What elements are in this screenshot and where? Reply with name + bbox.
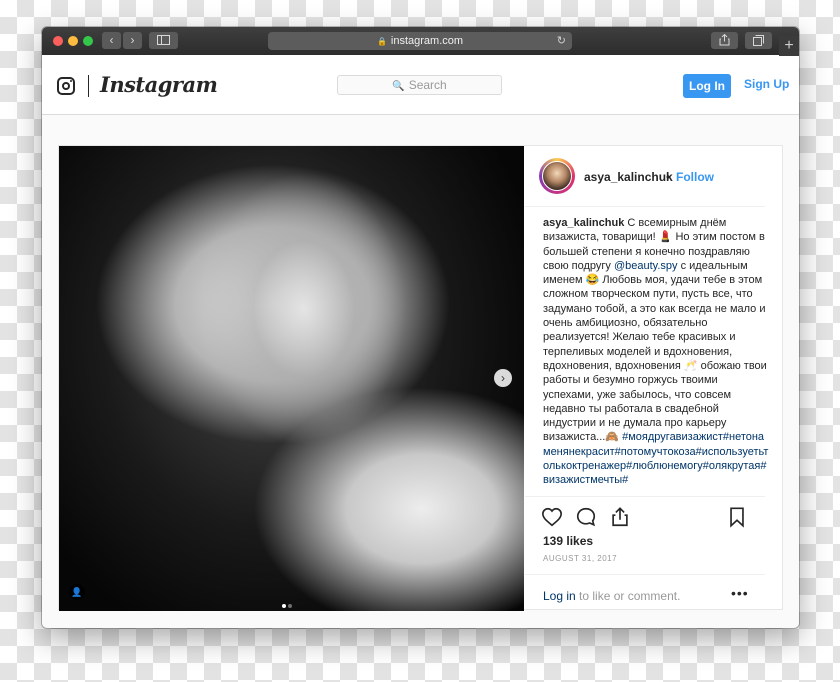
- caption-text-2: с идеальным именем 😂 Любовь моя, удачи т…: [543, 259, 767, 444]
- carousel-dot: [288, 604, 292, 608]
- sidebar-icon: [157, 35, 170, 45]
- share-post-icon[interactable]: [609, 506, 631, 528]
- minimize-window-button[interactable]: [68, 36, 78, 46]
- post-sidebar: asya_kalinchuk • Follow asya_kalinchuk С…: [525, 146, 782, 609]
- bookmark-icon[interactable]: [726, 506, 748, 528]
- post-card: › 👤 asya_kalinchuk • Follow asya_kalinch…: [58, 145, 783, 611]
- login-button[interactable]: Log In: [683, 74, 731, 98]
- instagram-wordmark[interactable]: Instagram: [100, 72, 218, 97]
- post-username[interactable]: asya_kalinchuk: [584, 170, 673, 184]
- carousel-dot-active: [282, 604, 286, 608]
- carousel-indicator: [281, 595, 293, 611]
- forward-button[interactable]: ›: [123, 32, 142, 49]
- tabs-icon: [753, 35, 764, 46]
- like-heart-icon[interactable]: [541, 506, 563, 528]
- follow-button[interactable]: Follow: [676, 170, 714, 184]
- url-text: instagram.com: [390, 35, 464, 47]
- comment-prompt: Log in to like or comment. •••: [525, 574, 765, 615]
- sidebar-toggle-button[interactable]: [149, 32, 178, 49]
- search-placeholder: Search: [408, 78, 447, 92]
- tagged-user-icon[interactable]: 👤: [69, 584, 85, 600]
- post-date: AUGUST 31, 2017: [543, 554, 618, 563]
- search-input[interactable]: 🔍 Search: [337, 75, 502, 95]
- lock-icon: 🔒: [376, 37, 387, 46]
- close-window-button[interactable]: [53, 36, 63, 46]
- tabs-overview-button[interactable]: [745, 32, 772, 49]
- post-photo[interactable]: › 👤: [59, 146, 524, 611]
- new-tab-button[interactable]: +: [779, 36, 799, 56]
- browser-toolbar: ‹ › 🔒 instagram.com ↻: [42, 27, 799, 56]
- share-icon: [719, 33, 730, 46]
- comment-icon[interactable]: [575, 506, 597, 528]
- photo-subject: [159, 156, 449, 496]
- login-link[interactable]: Log in: [543, 589, 576, 603]
- post-header: asya_kalinchuk • Follow: [525, 146, 765, 207]
- browser-window: ‹ › 🔒 instagram.com ↻ Instagram 🔍 Search L…: [42, 27, 799, 628]
- signup-link[interactable]: Sign Up: [744, 77, 789, 91]
- search-icon: 🔍: [392, 81, 405, 92]
- post-actions: 139 likes AUGUST 31, 2017 Log in to like…: [525, 496, 765, 627]
- logo-divider: [88, 75, 89, 97]
- more-options-button[interactable]: •••: [731, 585, 749, 601]
- comment-login-prompt: Log in to like or comment.: [543, 589, 680, 603]
- comment-prompt-text: to like or comment.: [579, 589, 681, 603]
- likes-count[interactable]: 139 likes: [543, 534, 593, 548]
- separator-dot: •: [666, 170, 671, 184]
- next-photo-button[interactable]: ›: [494, 369, 512, 387]
- caption-username[interactable]: asya_kalinchuk: [543, 217, 624, 229]
- post-caption: asya_kalinchuk С всемирным днём визажист…: [543, 216, 771, 488]
- maximize-window-button[interactable]: [83, 36, 93, 46]
- instagram-logo-icon[interactable]: [57, 77, 75, 95]
- address-bar[interactable]: 🔒 instagram.com ↻: [268, 32, 572, 50]
- mention-link[interactable]: @beauty.spy: [614, 260, 678, 272]
- avatar[interactable]: [539, 158, 575, 194]
- instagram-header: Instagram 🔍 Search Log In Sign Up: [42, 55, 799, 115]
- share-button[interactable]: [711, 32, 738, 49]
- reload-icon[interactable]: ↻: [557, 32, 566, 50]
- back-button[interactable]: ‹: [102, 32, 121, 49]
